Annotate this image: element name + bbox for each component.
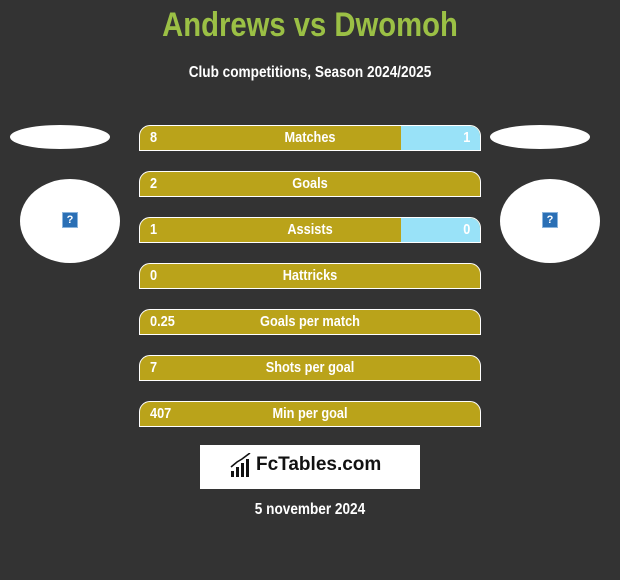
logo-text: FcTables.com <box>256 454 382 475</box>
stat-label: Shots per goal <box>265 359 355 376</box>
stat-row: 0 Hattricks <box>139 263 481 289</box>
date-label: 5 november 2024 <box>254 501 366 518</box>
missing-image-icon: ? <box>62 212 78 228</box>
stat-row: 407 Min per goal <box>139 401 481 427</box>
right-value: 1 <box>462 129 470 146</box>
stat-label: Matches <box>284 129 336 146</box>
page-subtitle: Club competitions, Season 2024/2025 <box>188 64 432 81</box>
right-value: 0 <box>462 221 470 238</box>
fctables-logo[interactable]: FcTables.com <box>200 445 420 489</box>
stat-row: 8 Matches 1 <box>139 125 481 151</box>
stat-row: 2 Goals <box>139 171 481 197</box>
stat-label: Goals <box>292 175 328 192</box>
left-player-name-placeholder <box>10 125 110 149</box>
left-value: 1 <box>150 221 158 238</box>
stat-label: Hattricks <box>282 267 338 284</box>
stat-label: Assists <box>287 221 333 238</box>
stat-row: 1 Assists 0 <box>139 217 481 243</box>
stat-row: 7 Shots per goal <box>139 355 481 381</box>
right-player-avatar[interactable]: ? <box>500 179 600 263</box>
right-player-name-placeholder <box>490 125 590 149</box>
bar-chart-icon <box>230 453 251 477</box>
left-value: 2 <box>150 175 158 192</box>
missing-image-icon: ? <box>542 212 558 228</box>
stat-row: 0.25 Goals per match <box>139 309 481 335</box>
left-value: 8 <box>150 129 158 146</box>
stat-label: Goals per match <box>260 313 360 330</box>
left-value: 7 <box>150 359 158 376</box>
stat-label: Min per goal <box>272 405 348 422</box>
page-title: Andrews vs Dwomoh <box>162 6 458 44</box>
left-value: 0 <box>150 267 158 284</box>
left-player-avatar[interactable]: ? <box>20 179 120 263</box>
